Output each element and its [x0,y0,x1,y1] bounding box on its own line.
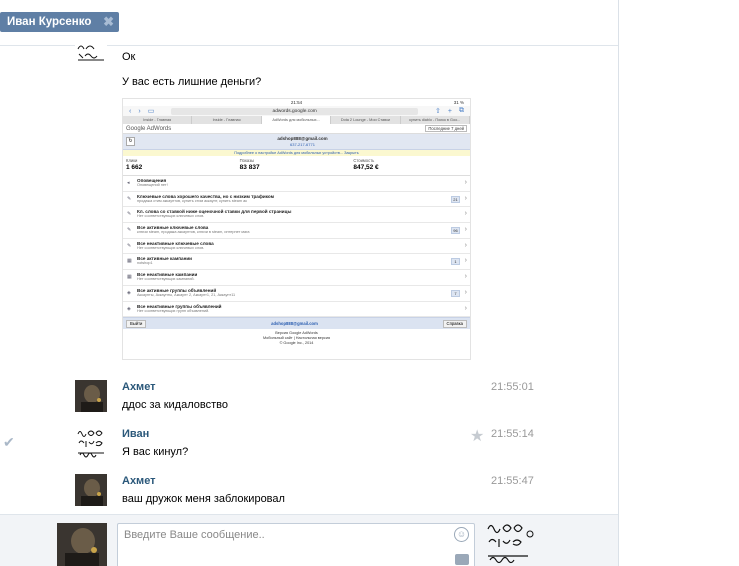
list-item: ◂ Оповещения Оповещений нет! › [123,176,470,192]
page-background [618,0,739,566]
stats-row: Клики 1 662 Показы 83 837 Стоимость 847,52 … [123,156,470,176]
signature-avatar[interactable] [75,427,107,459]
list-item: ✎ Ключевые слова хорошего качества, но с … [123,192,470,208]
message-input[interactable]: Введите Ваше сообщение.. [117,523,475,566]
adwords-list: ◂ Оповещения Оповещений нет! › ✎ Ключевые сл… [123,176,470,318]
address-bar: adwords.google.com [171,107,419,115]
avatar[interactable] [75,474,107,506]
message-author[interactable]: Иван [122,428,149,440]
key-icon: ✎ [127,195,132,202]
check-icon: ✔ [3,434,15,450]
my-avatar[interactable] [57,523,107,566]
avatar[interactable] [75,380,107,412]
chevron-right-icon: › [464,288,467,296]
list-item: ◈ Все активные группы объявлений Аккаунты,… [123,286,470,302]
list-item: ✎ Все активные ключевые слова ключи steam,… [123,223,470,239]
period-select: Последние 7 дней [425,125,467,132]
tabs-icon: ⧉ [459,107,464,114]
key-icon: ✎ [127,227,132,234]
adwords-logo: Google AdWords [126,125,172,132]
key-icon: ✎ [127,242,132,249]
bookmarks-icon: ▭ [147,108,155,115]
emoji-icon[interactable]: ☺ [454,527,469,542]
message-author[interactable]: Ахмет [122,381,156,393]
conversation-tab[interactable]: Иван Курсенко ✖ [0,12,119,32]
group-icon: ◈ [127,289,131,296]
share-icon: ⇧ [435,108,441,115]
list-item: ▦ Все неактивные кампании Нет соответствую… [123,270,470,286]
chevron-right-icon: › [464,304,467,312]
message-author[interactable]: Ахмет [122,475,156,487]
chevron-right-icon: › [464,241,467,249]
message-text: У вас есть лишние деньги? [122,76,262,88]
refresh-icon: ↻ [126,137,135,146]
forward-icon: › [138,107,141,115]
message-history: Иван Курсенко ✖ Ок У вас есть лишние ден… [0,0,618,566]
star-icon[interactable]: ★ [470,426,484,446]
group-icon: ◈ [127,305,131,312]
list-item: ◈ Все неактивные группы объявлений Нет соо… [123,302,470,318]
recipient-signature-avatar[interactable] [485,520,535,566]
signature-avatar[interactable] [75,40,107,64]
message-text: ддос за кидаловство [122,399,228,411]
campaign-icon: ▦ [127,258,132,265]
close-icon[interactable]: ✖ [103,12,114,32]
campaign-icon: ▦ [127,274,132,281]
new-tab-icon: + [447,107,452,115]
message-time: 21:55:14 [491,428,534,440]
back-icon: ‹ [129,107,132,115]
key-icon: ✎ [127,211,132,218]
alert-icon: ◂ [127,180,130,186]
attachment-image[interactable]: 21:54 31 % ‹ › ▭ adwords.google.com ⇧ + … [122,98,471,360]
adwords-footer: Выйти adshop888@gmail.com Справка [123,317,470,330]
copyright: Версия Google AdWords Мобильный сайт | Н… [262,331,331,346]
tab-label: Иван Курсенко [7,16,92,28]
list-item: ✎ Кл. слова со ставкой ниже оценочной ста… [123,207,470,224]
adwords-header: Google AdWords Последние 7 дней [123,124,470,134]
chevron-right-icon: › [464,226,467,234]
chevron-right-icon: › [464,179,467,186]
message-text: Я вас кинул? [122,446,189,458]
message-time: 21:55:47 [491,475,534,487]
browser-tabs: Inside - Главная Inside - Главная AdWord… [123,116,470,124]
message-time: 21:55:01 [491,381,534,393]
status-bar: 21:54 31 % [290,100,464,105]
camera-icon[interactable] [455,554,469,565]
chevron-right-icon: › [464,273,467,281]
message-text: Ок [122,51,136,63]
chevron-right-icon: › [464,210,467,218]
list-item: ✎ Все неактивные ключевые слова Нет соотве… [123,239,470,255]
message-placeholder: Введите Ваше сообщение.. [124,529,265,541]
message-text: ваш дружок меня заблокировал [122,493,285,505]
list-item: ▦ Все активные кампании notshop1 1 › [123,254,470,271]
chat-window: { "conversation": { "tab_label": "Иван К… [0,0,739,566]
chevron-right-icon: › [464,257,467,265]
account-bar: ↻ adshop888@gmail.com 637-217-6771 [123,134,470,150]
browser-toolbar: ‹ › ▭ adwords.google.com ⇧ + ⧉ [123,106,470,116]
chevron-right-icon: › [464,194,467,202]
